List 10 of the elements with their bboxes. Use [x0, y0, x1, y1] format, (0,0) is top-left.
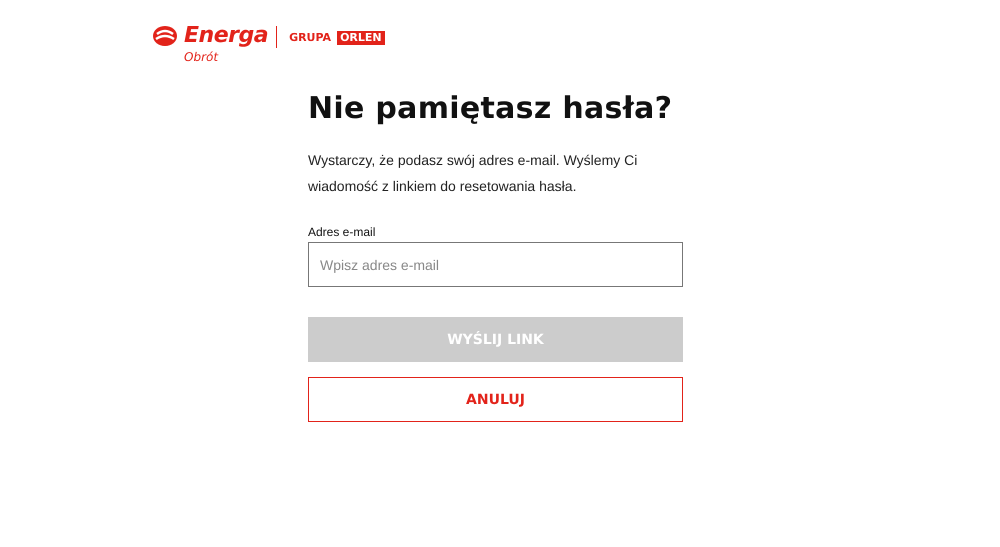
group-mark: ORLEN	[337, 31, 385, 45]
logo-icon	[152, 24, 178, 48]
brand-name: Energa	[184, 22, 268, 50]
description: Wystarczy, że podasz swój adres e-mail. Wyślemy Ci wiadomość z linkiem do resetowania hasła.	[308, 151, 638, 196]
email-label: Adres e-mail	[308, 224, 376, 240]
group-name: GRUPA	[289, 30, 332, 46]
brand-subtitle: Obrót	[184, 50, 220, 64]
page-title: Nie pamiętasz hasła?	[308, 90, 674, 128]
email-field[interactable]: Wpisz adres e-mail	[308, 242, 683, 287]
cancel-button[interactable]: ANULUJ	[308, 377, 683, 422]
